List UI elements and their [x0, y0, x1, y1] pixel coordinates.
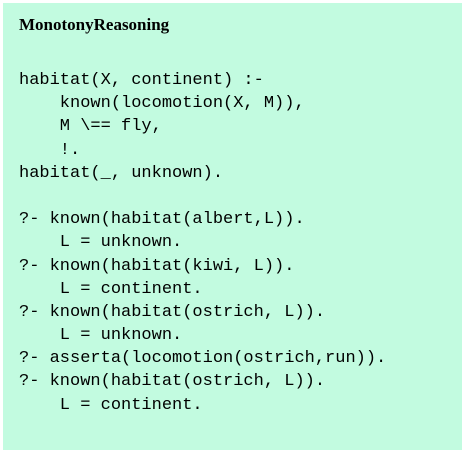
code-line: ?- known(habitat(ostrich, L)). — [19, 302, 326, 322]
panel-title: MonotonyReasoning — [19, 15, 170, 34]
code-line: known(locomotion(X, M)), — [19, 94, 305, 114]
code-line: L = continent. — [19, 395, 203, 415]
code-line: M \== fly, — [19, 117, 162, 137]
code-line: !. — [19, 140, 81, 160]
code-line: ?- known(habitat(albert,L)). — [19, 210, 305, 230]
code-line: ?- known(habitat(ostrich, L)). — [19, 372, 326, 392]
code-line: habitat(_, unknown). — [19, 163, 224, 183]
code-line: ?- asserta(locomotion(ostrich,run)). — [19, 349, 387, 369]
code-line: L = unknown. — [19, 326, 183, 346]
code-line: ?- known(habitat(kiwi, L)). — [19, 256, 295, 276]
code-block: habitat(X, continent) :- known(locomotio… — [19, 69, 386, 417]
code-line: L = continent. — [19, 279, 203, 299]
code-line: L = unknown. — [19, 233, 183, 253]
code-panel: MonotonyReasoning habitat(X, continent) … — [3, 3, 462, 450]
code-line: habitat(X, continent) :- — [19, 71, 264, 90]
